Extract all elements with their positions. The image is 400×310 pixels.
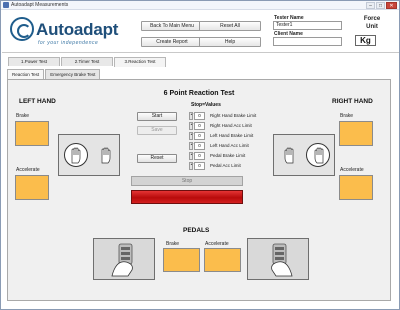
pedal-accelerate-value (204, 248, 241, 272)
left-accelerate-label: Accelerate (16, 167, 40, 173)
window-controls: – □ ✕ (366, 2, 397, 9)
title-bar: Autoadapt Measurements – □ ✕ (1, 1, 399, 10)
back-to-main-menu-button[interactable]: Back To Main Menu (141, 21, 203, 31)
stop-value-field[interactable]: 0 (194, 112, 205, 120)
subtab-emergency-brake-test[interactable]: Emergency Brake Test (45, 69, 101, 79)
hand-icon (284, 147, 294, 164)
left-hand-title: LEFT HAND (19, 98, 56, 105)
stop-value-field[interactable]: 0 (194, 142, 205, 150)
stop-row: ▲▼ 0 Right Hand Acc Limit (189, 122, 269, 130)
right-accelerate-label: Accelerate (340, 167, 364, 173)
stop-button[interactable]: Stop (131, 176, 243, 186)
panel-title: 6 Point Reaction Test (163, 90, 235, 97)
right-brake-label: Brake (340, 113, 354, 119)
stop-row: ▲▼ 0 Pedal Brake Limit (189, 152, 269, 160)
stop-row-label: Pedal Brake Limit (210, 153, 246, 158)
reset-all-button[interactable]: Reset All (199, 21, 261, 31)
tab-timer-test[interactable]: 2.Timer Test (61, 57, 113, 66)
stop-row-label: Left Hand Brake Limit (210, 133, 254, 138)
maximize-button[interactable]: □ (376, 2, 385, 9)
right-accelerate-value (339, 175, 373, 200)
stepper-arrows[interactable]: ▲▼ (189, 152, 196, 160)
window-title: Autoadapt Measurements (11, 2, 69, 8)
stop-row-label: Right Hand Brake Limit (210, 113, 257, 118)
left-hand-grip-circle (64, 143, 88, 167)
app-icon (3, 2, 9, 8)
minimize-button[interactable]: – (366, 2, 375, 9)
right-pedal-panel (247, 238, 309, 280)
stepper-arrows[interactable]: ▲▼ (189, 162, 196, 170)
stop-row: ▲▼ 0 Pedal Acc Limit (189, 162, 269, 170)
right-hand-grip-circle (306, 143, 330, 167)
stop-value-field[interactable]: 0 (194, 152, 205, 160)
foot-pedal-icon (111, 243, 133, 277)
left-accelerate-value (15, 175, 49, 200)
stop-values-header: Stop=Values (191, 102, 221, 108)
autoadapt-logo: Autoadapt for your independence (10, 13, 122, 51)
stop-row: ▲▼ 0 Left Hand Acc Limit (189, 142, 269, 150)
stepper-arrows[interactable]: ▲▼ (189, 142, 196, 150)
tester-name-field[interactable]: Tester1 (273, 21, 342, 30)
stop-row-label: Right Hand Acc Limit (210, 123, 252, 128)
start-button[interactable]: Start (137, 112, 177, 121)
left-brake-label: Brake (16, 113, 30, 119)
hand-icon (314, 147, 324, 164)
stop-value-field[interactable]: 0 (194, 122, 205, 130)
close-button[interactable]: ✕ (386, 2, 397, 9)
right-hand-panel (273, 134, 335, 176)
left-brake-value (15, 121, 49, 146)
left-pedal-panel (93, 238, 155, 280)
foot-pedal-icon (271, 243, 293, 277)
tab-power-test[interactable]: 1.Power Test (8, 57, 60, 66)
hand-icon (71, 147, 81, 164)
stepper-arrows[interactable]: ▲▼ (189, 112, 196, 120)
stop-row-label: Pedal Acc Limit (210, 163, 241, 168)
hand-icon (101, 147, 111, 164)
logo-tagline: for your independence (38, 40, 99, 46)
stop-row: ▲▼ 0 Right Hand Brake Limit (189, 112, 269, 120)
stepper-arrows[interactable]: ▲▼ (189, 122, 196, 130)
app-window: Autoadapt Measurements – □ ✕ Autoadapt f… (0, 0, 400, 310)
stop-value-field[interactable]: 0 (194, 132, 205, 140)
sub-tabs: Reaction Test Emergency Brake Test (7, 69, 101, 80)
right-hand-title: RIGHT HAND (332, 98, 373, 105)
save-button[interactable]: Save (137, 126, 177, 135)
pedal-brake-label: Brake (166, 241, 180, 247)
pedal-accelerate-label: Accelerate (205, 241, 229, 247)
stop-row-label: Left Hand Acc Limit (210, 143, 249, 148)
reaction-indicator-bar (131, 190, 243, 204)
pedals-title: PEDALS (183, 227, 210, 234)
create-report-button[interactable]: Create Report (141, 37, 203, 47)
tab-reaction-test[interactable]: 3.Reaction Test (114, 57, 166, 67)
logo-word: Autoadapt (36, 20, 119, 39)
logo-mark (10, 17, 34, 41)
left-hand-panel (58, 134, 120, 176)
client-name-field[interactable] (273, 37, 342, 46)
stop-row: ▲▼ 0 Left Hand Brake Limit (189, 132, 269, 140)
header: Autoadapt for your independence Back To … (2, 11, 399, 53)
help-button[interactable]: Help (199, 37, 261, 47)
force-unit-label: Force Unit (363, 16, 381, 30)
stop-value-field[interactable]: 0 (194, 162, 205, 170)
reset-button[interactable]: Reset (137, 154, 177, 163)
stepper-arrows[interactable]: ▲▼ (189, 132, 196, 140)
main-tabs: 1.Power Test 2.Timer Test 3.Reaction Tes… (2, 57, 166, 67)
pedal-brake-value (163, 248, 200, 272)
force-unit-value: Kg (355, 35, 376, 46)
reaction-test-panel: 6 Point Reaction Test LEFT HAND Brake Ac… (7, 79, 391, 301)
right-brake-value (339, 121, 373, 146)
